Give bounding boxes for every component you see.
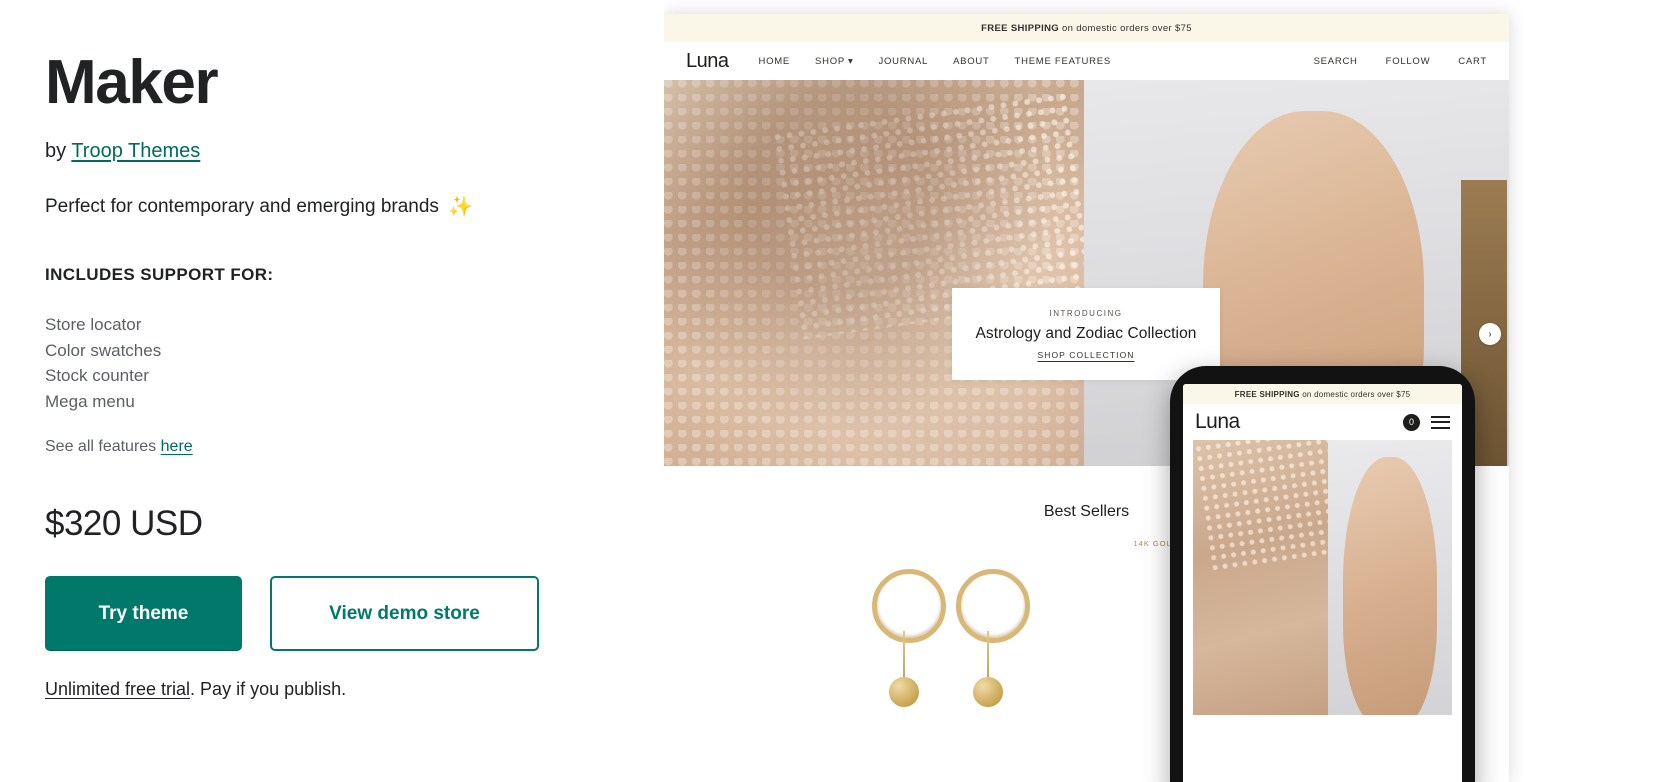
- cart-badge-icon[interactable]: 0: [1403, 413, 1420, 431]
- hero-image-left: [664, 80, 1084, 466]
- earring-chain-left: [902, 631, 905, 683]
- mobile-announcement-bar: FREE SHIPPING on domestic orders over $75: [1183, 384, 1462, 404]
- mobile-hero-image-right: [1327, 440, 1452, 715]
- trial-note-rest: . Pay if you publish.: [190, 679, 347, 699]
- hamburger-menu-icon[interactable]: [1431, 415, 1450, 429]
- list-item: Store locator: [45, 315, 142, 334]
- theme-info-panel: Maker by Troop Themes Perfect for contem…: [0, 0, 664, 782]
- theme-tagline: Perfect for contemporary and emerging br…: [45, 196, 664, 218]
- shop-collection-link[interactable]: SHOP COLLECTION: [1037, 350, 1134, 360]
- theme-detail-page: Maker by Troop Themes Perfect for contem…: [0, 0, 1667, 782]
- theme-price: $320 USD: [45, 504, 203, 543]
- chevron-down-icon: ▾: [847, 55, 854, 67]
- earring-hoop-left: [871, 569, 946, 643]
- store-logo[interactable]: Luna: [686, 50, 729, 73]
- feature-list: Store locator Color swatches Stock count…: [45, 312, 664, 414]
- earring-chain-right: [986, 631, 989, 683]
- try-theme-button[interactable]: Try theme: [45, 576, 242, 651]
- nav-cart-link[interactable]: CART: [1458, 56, 1487, 67]
- byline-prefix: by: [45, 140, 67, 162]
- nav-item-shop[interactable]: SHOP ▾: [815, 56, 853, 67]
- announcement-rest: on domestic orders over $75: [1062, 22, 1192, 34]
- announcement-strong: FREE SHIPPING: [981, 22, 1060, 34]
- see-all-features: See all features here: [45, 438, 664, 456]
- see-all-text: See all features: [45, 438, 157, 455]
- mobile-hero-image-left: [1193, 440, 1380, 715]
- includes-support-heading: INCLUDES SUPPORT FOR:: [45, 265, 274, 284]
- theme-preview-panel: FREE SHIPPING on domestic orders over $75…: [664, 0, 1667, 782]
- list-item: Color swatches: [45, 340, 162, 360]
- earring-drop-left: [888, 677, 919, 707]
- nav-follow-link[interactable]: FOLLOW: [1386, 56, 1431, 67]
- hero-promo-card: INTRODUCING Astrology and Zodiac Collect…: [952, 288, 1220, 380]
- tagline-text: Perfect for contemporary and emerging br…: [45, 196, 439, 217]
- mobile-preview[interactable]: FREE SHIPPING on domestic orders over $75…: [1170, 366, 1475, 782]
- nav-item-home[interactable]: HOME: [759, 56, 791, 67]
- earring-drop-right: [972, 677, 1003, 707]
- page-title: Maker: [45, 48, 219, 117]
- mobile-hero-section: [1193, 440, 1452, 715]
- mobile-announcement-strong: FREE SHIPPING: [1234, 389, 1300, 399]
- nav-item-about[interactable]: ABOUT: [953, 56, 989, 67]
- unlimited-free-trial-link[interactable]: Unlimited free trial: [45, 679, 190, 699]
- sparkles-icon: ✨: [447, 196, 473, 218]
- hero-title: Astrology and Zodiac Collection: [975, 324, 1197, 342]
- product-card-earrings[interactable]: [838, 545, 1048, 760]
- mobile-header: Luna 0: [1183, 404, 1462, 440]
- nav-item-theme-features[interactable]: THEME FEATURES: [1015, 56, 1111, 67]
- list-item: Stock counter: [45, 366, 149, 385]
- nav-item-journal[interactable]: JOURNAL: [878, 56, 928, 67]
- announcement-bar: FREE SHIPPING on domestic orders over $75: [664, 14, 1509, 42]
- carousel-next-icon[interactable]: ›: [1479, 323, 1501, 345]
- nav-utility-links: SEARCH FOLLOW CART: [1314, 56, 1487, 67]
- list-item: Mega menu: [45, 391, 135, 411]
- desktop-preview[interactable]: FREE SHIPPING on domestic orders over $75…: [664, 14, 1509, 782]
- action-button-row: Try theme View demo store: [45, 576, 664, 651]
- main-nav: HOME SHOP ▾ JOURNAL ABOUT THEME FEATURES: [759, 56, 1111, 67]
- trial-note: Unlimited free trial. Pay if you publish…: [45, 679, 664, 700]
- mobile-screen: FREE SHIPPING on domestic orders over $75…: [1183, 384, 1462, 782]
- mobile-announcement-rest: on domestic orders over $75: [1302, 389, 1411, 399]
- earring-hoop-right: [955, 569, 1030, 643]
- author-link[interactable]: Troop Themes: [71, 140, 200, 162]
- mobile-header-icons: 0: [1403, 413, 1450, 431]
- view-demo-store-button[interactable]: View demo store: [270, 576, 539, 651]
- see-all-features-link[interactable]: here: [161, 438, 193, 455]
- author-byline: by Troop Themes: [45, 140, 664, 163]
- nav-search-link[interactable]: SEARCH: [1314, 56, 1358, 67]
- hero-kicker: INTRODUCING: [1049, 308, 1123, 318]
- mobile-store-logo[interactable]: Luna: [1195, 410, 1240, 434]
- storefront-navbar: Luna HOME SHOP ▾ JOURNAL ABOUT THEME FEAT…: [664, 42, 1509, 80]
